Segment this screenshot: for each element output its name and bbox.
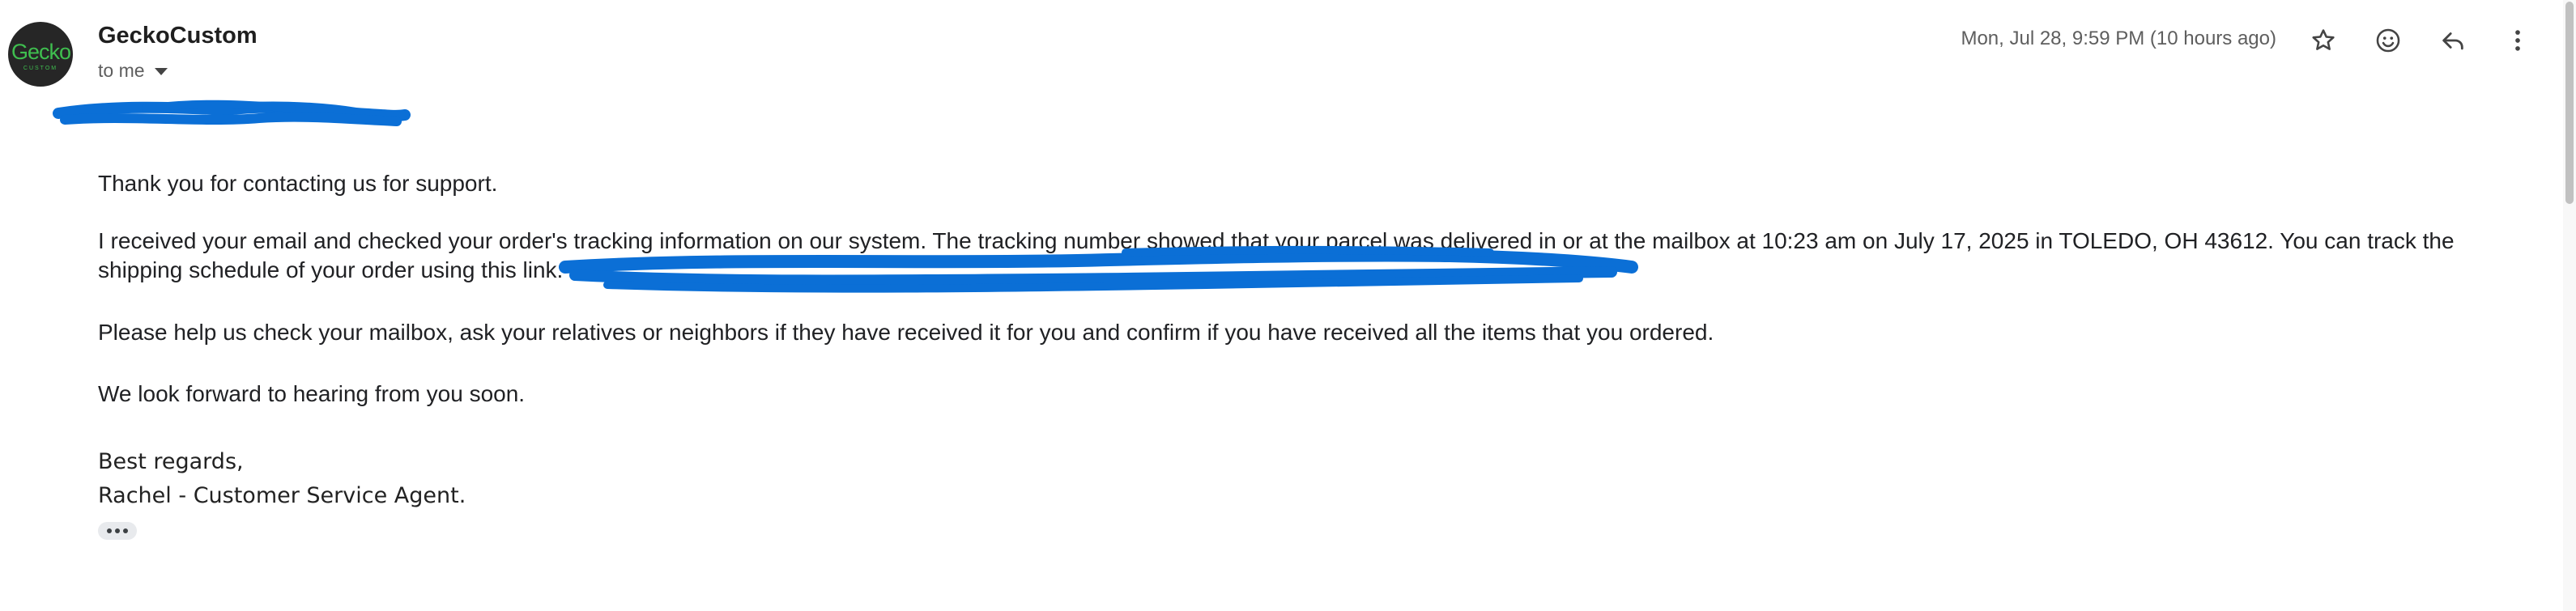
star-button[interactable] (2303, 20, 2344, 61)
sender-name[interactable]: GeckoCustom (98, 23, 258, 49)
ellipsis-dot (107, 528, 112, 533)
more-vertical-icon (2515, 30, 2520, 51)
star-icon (2312, 29, 2335, 50)
scrollbar-thumb[interactable] (2565, 2, 2574, 204)
avatar-logo-text: Gecko (11, 40, 71, 64)
more-options-button[interactable] (2497, 20, 2538, 61)
emoji-icon (2376, 28, 2400, 53)
show-trimmed-content-button[interactable] (98, 522, 137, 540)
recipient-details-toggle[interactable]: to me (98, 60, 168, 82)
avatar[interactable]: Gecko CUSTOM (8, 22, 73, 87)
body-paragraph-tracking: I received your email and checked your o… (98, 228, 2455, 282)
reply-icon (2442, 32, 2463, 50)
add-reaction-button[interactable] (2368, 20, 2408, 61)
ellipsis-dot (115, 528, 120, 533)
signature-name: Rachel - Customer Service Agent. (98, 483, 466, 508)
reply-button[interactable] (2433, 20, 2473, 61)
email-view: Gecko CUSTOM GeckoCustom to me Mon, Jul … (0, 0, 2576, 611)
signature-greeting: Best regards, (98, 449, 244, 474)
body-paragraph-closing: We look forward to hearing from you soon… (98, 381, 526, 406)
body-paragraph-greeting: Thank you for contacting us for support. (98, 171, 498, 196)
scrollbar-track[interactable] (2563, 0, 2576, 611)
chevron-down-icon[interactable] (154, 68, 168, 75)
avatar-logo-subtext: CUSTOM (23, 66, 58, 71)
redaction-scribble-header (53, 100, 411, 126)
recipient-label: to me (98, 60, 145, 81)
body-paragraph-request: Please help us check your mailbox, ask y… (98, 320, 1714, 345)
email-timestamp: Mon, Jul 28, 9:59 PM (10 hours ago) (1961, 28, 2276, 49)
ellipsis-dot (123, 528, 128, 533)
